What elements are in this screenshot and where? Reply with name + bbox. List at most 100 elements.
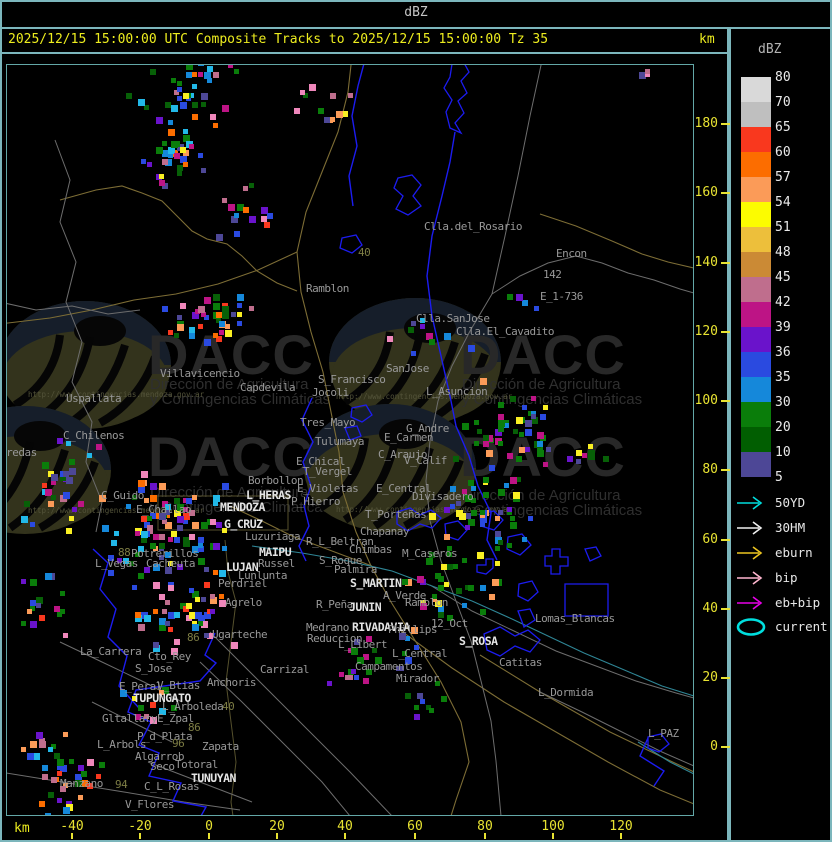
radar-echo-cell [165, 621, 170, 626]
radar-echo-cell [477, 429, 482, 434]
dbz-scale-block [741, 427, 771, 452]
city-label: Seco [150, 760, 175, 773]
radar-echo-cell [138, 99, 145, 106]
road-line [479, 654, 693, 773]
right-axis-tick-label: 100 [694, 393, 718, 408]
radar-echo-cell [177, 525, 183, 531]
radar-echo-cell [495, 561, 500, 566]
radar-echo-cell [42, 462, 49, 469]
radar-echo-cell [177, 165, 183, 171]
radar-echo-cell [468, 480, 474, 486]
radar-echo-cell [57, 759, 64, 766]
dbz-scale-value: 35 [775, 370, 791, 385]
radar-echo-cell [222, 306, 229, 313]
dbz-scale-value: 42 [775, 295, 791, 310]
radar-echo-cell [207, 66, 213, 72]
radar-echo-cell [237, 312, 242, 317]
radar-echo-cell [141, 159, 146, 164]
radar-echo-cell [237, 321, 242, 326]
city-label: Clla.El_Cavadito [456, 325, 554, 338]
radar-echo-cell [45, 489, 52, 496]
radar-echo-cell [414, 705, 419, 710]
city-label: E_Challao [136, 503, 191, 516]
radar-echo-cell [78, 501, 84, 507]
radar-echo-cell [453, 456, 459, 462]
legend-label: 50YD [775, 495, 806, 510]
radar-echo-cell [516, 456, 522, 462]
bottom-axis-tick [344, 833, 346, 839]
radar-echo-cell [63, 492, 70, 499]
city-label: Encon [556, 247, 587, 260]
radar-echo-cell [198, 65, 204, 66]
radar-echo-cell [453, 564, 458, 569]
radar-echo-cell [495, 531, 501, 537]
radar-echo-cell [54, 753, 60, 759]
radar-echo-cell [162, 150, 169, 157]
city-label: P_Hierro [291, 495, 340, 508]
lake-outline [544, 548, 569, 575]
radar-echo-cell [87, 759, 94, 766]
right-axis-tick-label: 180 [694, 116, 718, 131]
route-number-label: 94 [115, 778, 128, 791]
dbz-scale-block [741, 452, 771, 477]
bottom-axis-tick-label: 60 [407, 819, 423, 834]
radar-echo-cell [519, 432, 524, 437]
radar-echo-cell [438, 585, 444, 591]
radar-echo-cell [495, 546, 500, 551]
city-label: Mirador [396, 672, 440, 685]
radar-echo-cell [201, 93, 208, 100]
radar-echo-cell [177, 81, 182, 86]
radar-echo-cell [513, 429, 518, 434]
dbz-scale-block [741, 227, 771, 252]
radar-echo-cell [168, 537, 173, 542]
radar-echo-cell [48, 792, 54, 798]
lake-outline [476, 558, 494, 575]
right-axis-tick [721, 123, 730, 125]
right-axis-tick-label: 20 [702, 670, 718, 685]
radar-echo-cell [540, 414, 546, 420]
city-label: L_Asuncion [426, 385, 487, 398]
radar-echo-cell [177, 87, 182, 92]
radar-echo-cell [300, 90, 305, 95]
radar-echo-cell [177, 96, 182, 101]
radar-echo-cell [36, 603, 41, 608]
radar-echo-cell [645, 69, 650, 74]
radar-echo-cell [420, 699, 425, 704]
city-label: Ramblon [405, 596, 448, 609]
bottom-axis-tick [71, 833, 73, 839]
radar-echo-cell [444, 534, 450, 540]
radar-echo-cell [348, 93, 353, 98]
radar-echo-cell [219, 321, 225, 327]
radar-echo-cell [534, 306, 539, 311]
radar-echo-cell [264, 222, 270, 228]
city-label: L_Central [392, 647, 447, 660]
radar-echo-cell [531, 414, 536, 419]
radar-echo-cell [507, 543, 512, 548]
radar-echo-cell [468, 585, 474, 591]
radar-echo-cell [327, 681, 332, 686]
right-axis-tick [721, 262, 730, 264]
radar-echo-cell [465, 525, 470, 530]
radar-echo-cell [66, 528, 72, 534]
radar-echo-cell [168, 612, 175, 619]
bottom-axis-tick-label: 120 [609, 819, 633, 834]
radar-echo-cell [48, 747, 53, 752]
radar-echo-cell [231, 642, 238, 649]
radar-echo-cell [237, 303, 242, 308]
river-line [348, 65, 365, 207]
right-axis-tick [721, 539, 730, 541]
radar-echo-cell [51, 474, 58, 481]
lake-outline [517, 580, 539, 602]
route-number-label: 96 [172, 737, 184, 750]
right-axis-tick-label: 0 [710, 739, 718, 754]
city-label: Clla.SanJose [416, 312, 489, 325]
radar-echo-cell [483, 492, 489, 498]
radar-echo-cell [294, 108, 300, 114]
city-label: S_Jose [135, 662, 172, 675]
radar-echo-cell [144, 615, 151, 622]
dbz-scale-value: 70 [775, 95, 791, 110]
city-label: Palmira [334, 563, 377, 576]
radar-echo-cell [213, 303, 220, 310]
radar-echo-cell [447, 564, 453, 570]
track-arrow-icon [737, 496, 763, 510]
